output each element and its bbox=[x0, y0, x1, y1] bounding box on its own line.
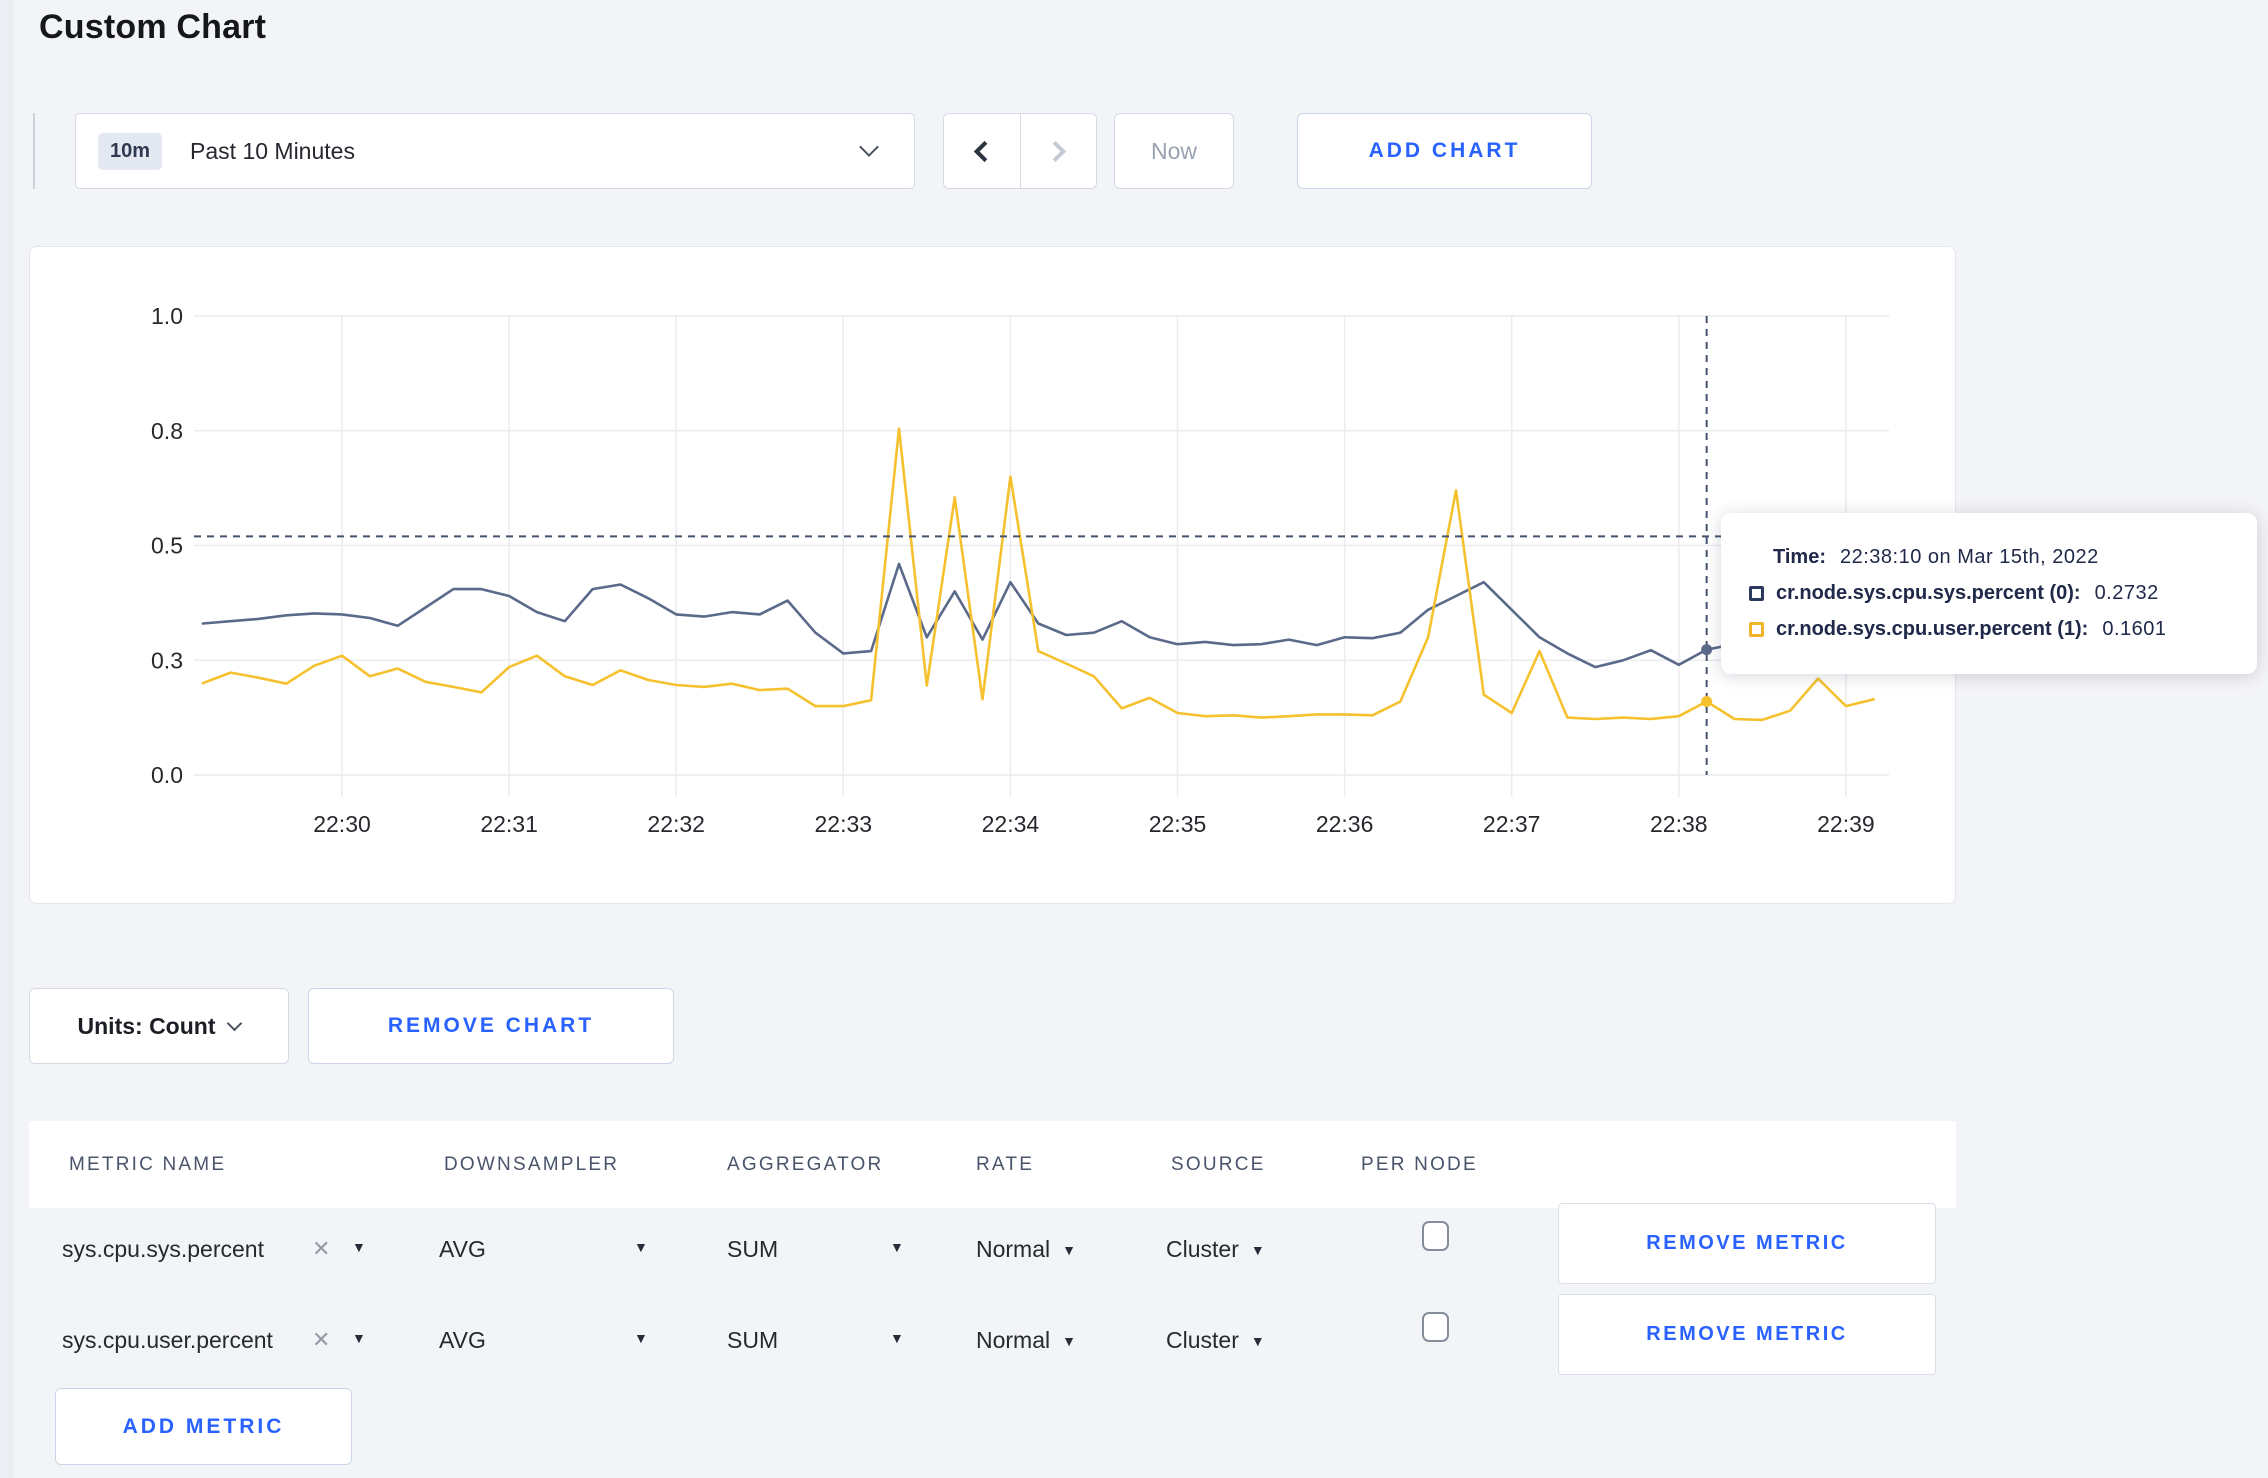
header-per-node: PER NODE bbox=[1361, 1153, 1478, 1175]
tooltip-time-value: 22:38:10 on Mar 15th, 2022 bbox=[1839, 546, 2099, 568]
page-left-edge bbox=[0, 0, 14, 1478]
svg-text:22:37: 22:37 bbox=[1483, 811, 1541, 837]
header-metric-name: METRIC NAME bbox=[69, 1153, 227, 1175]
tooltip-series-1-value: 0.1601 bbox=[2102, 618, 2167, 640]
svg-text:22:32: 22:32 bbox=[647, 811, 705, 837]
source-select[interactable]: Cluster ▼ bbox=[1166, 1236, 1265, 1263]
tooltip-time-label: Time: bbox=[1773, 546, 1826, 568]
rate-select[interactable]: Normal ▼ bbox=[976, 1236, 1076, 1263]
caret-down-icon: ▼ bbox=[890, 1330, 904, 1346]
units-select[interactable]: Units: Count bbox=[29, 988, 289, 1064]
svg-text:0.5: 0.5 bbox=[151, 533, 183, 559]
svg-text:22:35: 22:35 bbox=[1149, 811, 1207, 837]
caret-down-icon: ▼ bbox=[1250, 1332, 1265, 1349]
per-node-checkbox[interactable] bbox=[1422, 1221, 1449, 1251]
time-range-badge: 10m bbox=[98, 132, 163, 170]
source-select[interactable]: Cluster ▼ bbox=[1166, 1327, 1265, 1354]
chevron-left-icon bbox=[974, 140, 996, 162]
tooltip-series-0-label: cr.node.sys.cpu.sys.percent (0): bbox=[1776, 582, 2081, 604]
now-button[interactable]: Now bbox=[1114, 113, 1234, 189]
svg-text:22:33: 22:33 bbox=[815, 811, 873, 837]
aggregator-select[interactable]: SUM bbox=[727, 1236, 778, 1263]
series-user-swatch-icon bbox=[1749, 622, 1764, 637]
caret-down-icon: ▼ bbox=[1062, 1241, 1076, 1258]
tooltip-series-1-label: cr.node.sys.cpu.user.percent (1): bbox=[1776, 618, 2089, 640]
header-rate: RATE bbox=[976, 1153, 1035, 1175]
downsampler-select[interactable]: AVG bbox=[439, 1327, 486, 1354]
time-range-select[interactable]: 10m Past 10 Minutes bbox=[75, 113, 915, 189]
metrics-table-header: METRIC NAME DOWNSAMPLER AGGREGATOR RATE … bbox=[29, 1121, 1956, 1208]
rate-select[interactable]: Normal ▼ bbox=[976, 1327, 1076, 1354]
remove-metric-button[interactable]: REMOVE METRIC bbox=[1558, 1203, 1936, 1284]
aggregator-select[interactable]: SUM bbox=[727, 1327, 778, 1354]
add-chart-button[interactable]: ADD CHART bbox=[1297, 113, 1592, 189]
metric-name-select[interactable]: sys.cpu.user.percent bbox=[62, 1327, 273, 1354]
time-pager bbox=[943, 113, 1097, 189]
per-node-checkbox[interactable] bbox=[1422, 1312, 1449, 1342]
clear-metric-icon[interactable]: ✕ bbox=[312, 1327, 330, 1353]
chevron-down-icon bbox=[859, 137, 879, 157]
header-downsampler: DOWNSAMPLER bbox=[444, 1153, 620, 1175]
time-back-button[interactable] bbox=[944, 114, 1020, 188]
custom-chart-plot[interactable]: 0.0 0.3 0.5 0.8 1.0 22:30 22:31 22:32 22:33 22:34… bbox=[30, 247, 1957, 905]
tooltip-series-0-value: 0.2732 bbox=[2094, 582, 2159, 604]
caret-down-icon: ▼ bbox=[1062, 1332, 1076, 1349]
svg-text:22:31: 22:31 bbox=[480, 811, 538, 837]
caret-down-icon: ▼ bbox=[352, 1330, 366, 1346]
time-forward-button[interactable] bbox=[1019, 114, 1097, 188]
svg-text:22:38: 22:38 bbox=[1650, 811, 1708, 837]
caret-down-icon: ▼ bbox=[890, 1239, 904, 1255]
caret-down-icon: ▼ bbox=[1250, 1241, 1265, 1258]
series-sys-swatch-icon bbox=[1749, 586, 1764, 601]
units-label: Units: Count bbox=[77, 1012, 216, 1039]
chevron-right-icon bbox=[1044, 140, 1066, 162]
header-aggregator: AGGREGATOR bbox=[727, 1153, 884, 1175]
svg-text:1.0: 1.0 bbox=[151, 303, 183, 329]
chevron-down-icon bbox=[227, 1015, 243, 1031]
svg-text:0.8: 0.8 bbox=[151, 418, 183, 444]
svg-text:22:34: 22:34 bbox=[982, 811, 1040, 837]
remove-metric-button[interactable]: REMOVE METRIC bbox=[1558, 1294, 1936, 1375]
caret-down-icon: ▼ bbox=[352, 1239, 366, 1255]
toolbar-divider bbox=[33, 113, 35, 189]
svg-text:0.0: 0.0 bbox=[151, 762, 183, 788]
svg-text:22:30: 22:30 bbox=[313, 811, 371, 837]
downsampler-select[interactable]: AVG bbox=[439, 1236, 486, 1263]
time-range-label: Past 10 Minutes bbox=[190, 137, 355, 164]
page-title: Custom Chart bbox=[39, 8, 267, 46]
chart-card: 0.0 0.3 0.5 0.8 1.0 22:30 22:31 22:32 22:33 22:34… bbox=[29, 246, 1956, 904]
svg-text:22:39: 22:39 bbox=[1817, 811, 1875, 837]
clear-metric-icon[interactable]: ✕ bbox=[312, 1236, 330, 1262]
caret-down-icon: ▼ bbox=[634, 1330, 648, 1346]
caret-down-icon: ▼ bbox=[634, 1239, 648, 1255]
metric-name-select[interactable]: sys.cpu.sys.percent bbox=[62, 1236, 264, 1263]
header-source: SOURCE bbox=[1171, 1153, 1266, 1175]
svg-text:22:36: 22:36 bbox=[1316, 811, 1374, 837]
remove-chart-button[interactable]: REMOVE CHART bbox=[308, 988, 674, 1064]
add-metric-button[interactable]: ADD METRIC bbox=[55, 1388, 352, 1465]
chart-tooltip: Time: 22:38:10 on Mar 15th, 2022 cr.node… bbox=[1721, 513, 2257, 674]
svg-text:0.3: 0.3 bbox=[151, 647, 183, 673]
